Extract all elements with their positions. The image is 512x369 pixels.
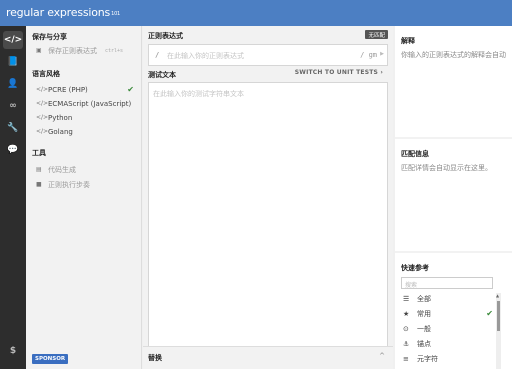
save-icon: ▣ — [36, 47, 42, 54]
code-icon: </> — [36, 128, 49, 135]
quick-reference-title: 快速参考 — [401, 264, 429, 272]
quick-ref-label: 常用 — [417, 309, 431, 318]
list-icon: ☰ — [403, 294, 410, 303]
app-logo[interactable]: regular expressions101 — [6, 6, 120, 19]
chevron-up-icon[interactable]: ^ — [379, 352, 385, 360]
quick-ref-item[interactable]: ★ 常用 ✔ — [403, 307, 493, 320]
regex-title: 正则表达式 — [148, 32, 183, 40]
icon-bar: </> 📘 👤 ∞ 🔧 💬 $ — [0, 26, 26, 369]
meta-icon: ≡ — [403, 354, 409, 363]
flavor-label: Golang — [48, 127, 73, 136]
tool-item-code-gen[interactable]: ▤ 代码生成 — [36, 163, 138, 176]
quick-ref-label: 一般 — [417, 324, 431, 333]
explanation-text: 你输入的正则表达式的解释会自动 — [401, 51, 506, 59]
tools-title: 工具 — [32, 149, 46, 157]
flag-icon[interactable]: ▶ — [380, 51, 384, 57]
explanation-title: 解释 — [401, 37, 415, 45]
editor-icon[interactable]: </> — [3, 31, 23, 49]
test-string-title: 测试文本 — [148, 71, 176, 79]
test-placeholder: 在此输入你的测试字符串文本 — [153, 90, 244, 98]
save-regex-item[interactable]: ▣ 保存正则表达式 ctrl+s — [36, 44, 138, 57]
logo-expressions: expressions — [43, 6, 111, 19]
match-info-title: 匹配信息 — [401, 150, 429, 158]
flavor-item-pcre[interactable]: </> PCRE (PHP) ✔ — [36, 83, 138, 96]
sponsor-badge[interactable]: SPONSOR — [32, 354, 69, 364]
lock-icon: ■ — [36, 181, 42, 188]
settings-icon[interactable]: 🔧 — [3, 119, 23, 137]
regex-placeholder: 在此输入你的正则表达式 — [167, 52, 244, 60]
code-icon: </> — [36, 86, 49, 93]
flavor-label: Python — [48, 113, 73, 122]
quick-ref-label: 全部 — [417, 294, 431, 303]
scroll-up-icon[interactable]: ▲ — [496, 293, 499, 298]
star-icon: ★ — [403, 309, 410, 318]
quick-reference-panel: 快速参考 搜索 ☰ 全部 ★ 常用 ✔ ⊙ 一般 ⚓ 锚点 ≡ 元字符 ▲ ▼ — [395, 253, 512, 369]
code-gen-icon: ▤ — [36, 166, 42, 173]
save-regex-label: 保存正则表达式 — [48, 46, 97, 55]
chat-icon[interactable]: 💬 — [3, 141, 23, 159]
quick-ref-item[interactable]: ≡ 元字符 — [403, 352, 493, 365]
quick-ref-item[interactable]: ⊙ 一般 — [403, 322, 493, 335]
anchor-icon: ⚓ — [403, 339, 410, 348]
flavor-title: 语言风格 — [32, 70, 60, 78]
quick-ref-item[interactable]: ⚓ 锚点 — [403, 337, 493, 350]
regex-flags-button[interactable]: / gm — [360, 51, 377, 59]
flavor-item-python[interactable]: </> Python — [36, 111, 138, 124]
quick-reference-search[interactable]: 搜索 — [401, 277, 493, 289]
sidebar: 保存与分享 ▣ 保存正则表达式 ctrl+s 语言风格 </> PCRE (PH… — [26, 26, 142, 369]
regex-input[interactable]: / 在此输入你的正则表达式 / gm ▶ — [148, 44, 388, 66]
library-icon[interactable]: 📘 — [3, 53, 23, 71]
selected-check-icon: ✔ — [127, 85, 134, 94]
logo-regular: regular — [6, 6, 44, 19]
test-string-input[interactable]: 在此输入你的测试字符串文本 — [148, 82, 388, 365]
scrollbar-thumb[interactable] — [497, 301, 500, 331]
flavor-item-golang[interactable]: </> Golang — [36, 125, 138, 138]
code-icon: </> — [36, 100, 49, 107]
flavor-item-ecmascript[interactable]: </> ECMAScript (JavaScript) — [36, 97, 138, 110]
circle-dot-icon: ⊙ — [403, 324, 409, 333]
no-match-badge: 无匹配 — [365, 30, 388, 39]
replace-title: 替换 — [148, 354, 162, 362]
explanation-panel: 解释 你输入的正则表达式的解释会自动 — [395, 26, 512, 137]
switch-unit-tests-link[interactable]: SWITCH TO UNIT TESTS › — [295, 69, 383, 76]
quick-ref-label: 元字符 — [417, 354, 438, 363]
donate-icon[interactable]: $ — [3, 342, 23, 360]
save-share-title: 保存与分享 — [32, 33, 67, 41]
selected-check-icon: ✔ — [486, 309, 493, 318]
regex-delimiter: / — [155, 51, 160, 59]
tool-item-debugger[interactable]: ■ 正则执行步奏 — [36, 178, 138, 191]
quick-ref-item[interactable]: ☰ 全部 — [403, 292, 493, 305]
logo-version: 101 — [111, 11, 121, 17]
quick-ref-scrollbar[interactable]: ▲ ▼ — [496, 293, 501, 369]
infinity-icon[interactable]: ∞ — [3, 97, 23, 115]
code-icon: </> — [36, 114, 49, 121]
top-bar: regular expressions101 — [0, 0, 512, 26]
flavor-label: PCRE (PHP) — [48, 85, 88, 94]
quick-ref-label: 锚点 — [417, 339, 431, 348]
tool-label: 正则执行步奏 — [48, 180, 90, 189]
match-info-text: 匹配详情会自动显示在这里。 — [401, 164, 492, 172]
account-icon[interactable]: 👤 — [3, 75, 23, 93]
flavor-label: ECMAScript (JavaScript) — [48, 99, 132, 108]
tool-label: 代码生成 — [48, 165, 76, 174]
editor-area: 正则表达式 / 在此输入你的正则表达式 / gm ▶ 无匹配 测试文本 SWIT… — [143, 26, 393, 369]
search-placeholder: 搜索 — [405, 282, 418, 289]
replace-bar[interactable]: 替换 ^ — [143, 346, 393, 369]
match-info-panel: 匹配信息 匹配详情会自动显示在这里。 — [395, 139, 512, 251]
right-panel: 解释 你输入的正则表达式的解释会自动 匹配信息 匹配详情会自动显示在这里。 快速… — [395, 26, 512, 369]
save-shortcut: ctrl+s — [105, 47, 124, 54]
